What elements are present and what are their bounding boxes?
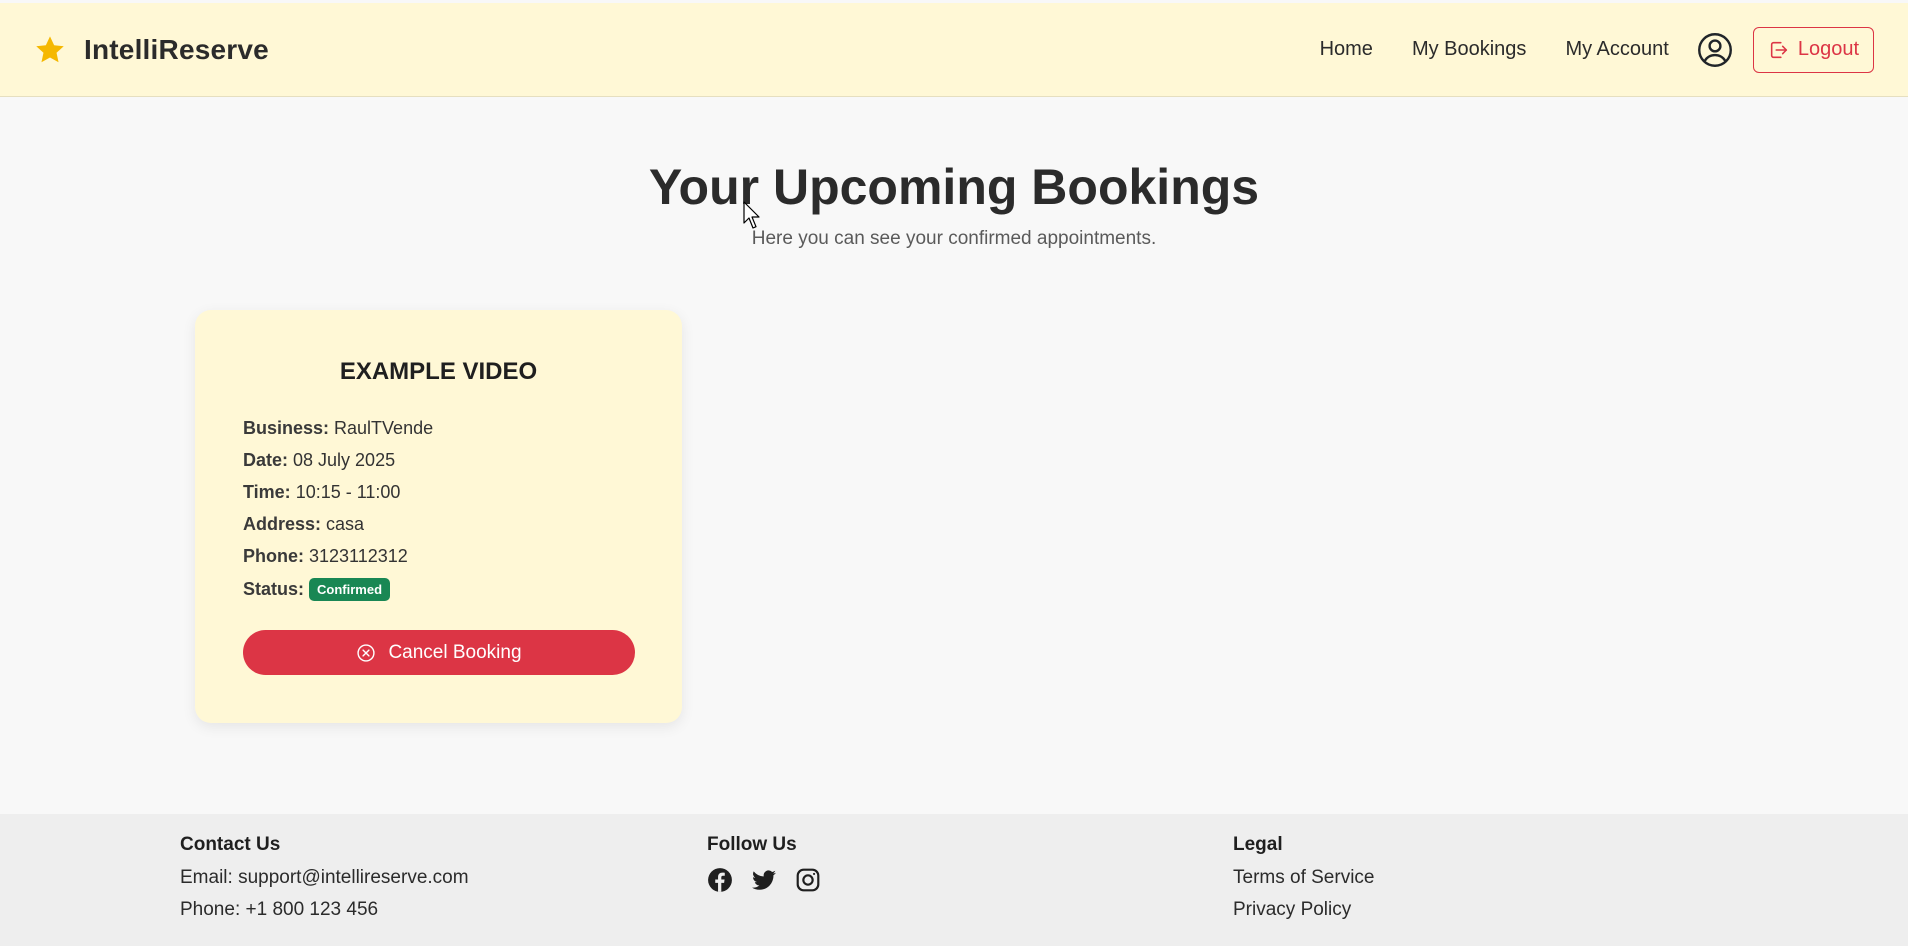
cancel-circle-x-icon <box>357 643 376 662</box>
twitter-icon[interactable] <box>751 867 777 893</box>
facebook-icon[interactable] <box>707 867 733 893</box>
mouse-cursor-icon <box>743 201 760 229</box>
address-row: Address: casa <box>243 514 364 535</box>
booking-title: EXAMPLE VIDEO <box>339 358 538 385</box>
logout-label: Logout <box>1797 38 1859 60</box>
address-label: Address: <box>243 514 322 534</box>
nav-my-account-link[interactable]: My Account <box>1565 38 1668 61</box>
cancel-booking-button[interactable]: Cancel Booking <box>243 630 635 675</box>
date-value: 08 July 2025 <box>293 450 396 470</box>
status-label: Status: <box>243 579 305 599</box>
phone-value: 3123112312 <box>309 546 408 566</box>
business-label: Business: <box>243 418 330 438</box>
date-row: Date: 08 July 2025 <box>243 450 395 471</box>
star-logo-icon <box>36 35 64 62</box>
logout-button[interactable]: Logout <box>1752 26 1874 73</box>
nav-home-link[interactable]: Home <box>1320 38 1373 61</box>
footer-follow-column: Follow Us <box>707 834 821 893</box>
social-icons <box>707 867 821 893</box>
status-badge: Confirmed <box>309 578 391 601</box>
follow-heading: Follow Us <box>707 834 797 855</box>
footer-contact-column: Contact Us Email: support@intellireserve… <box>180 834 469 931</box>
privacy-link[interactable]: Privacy Policy <box>1233 899 1374 921</box>
nav-my-bookings-link[interactable]: My Bookings <box>1412 38 1527 61</box>
business-value: RaulTVende <box>334 418 434 438</box>
phone-row: Phone: 3123112312 <box>243 546 408 567</box>
terms-link[interactable]: Terms of Service <box>1233 867 1374 889</box>
time-value: 10:15 - 11:00 <box>295 482 401 502</box>
user-avatar-icon[interactable] <box>1697 32 1733 68</box>
phone-label: Phone: <box>243 546 304 566</box>
cancel-booking-label: Cancel Booking <box>388 641 522 663</box>
contact-email: Email: support@intellireserve.com <box>180 867 469 888</box>
time-label: Time: <box>243 482 291 502</box>
address-value: casa <box>326 514 365 534</box>
business-row: Business: RaulTVende <box>243 418 433 439</box>
nav-links: Home My Bookings My Account Logout <box>1320 26 1874 73</box>
footer: Contact Us Email: support@intellireserve… <box>0 814 1908 946</box>
brand-name: IntelliReserve <box>84 33 269 65</box>
time-row: Time: 10:15 - 11:00 <box>243 482 400 503</box>
logout-icon <box>1770 41 1787 58</box>
page-subtitle: Here you can see your confirmed appointm… <box>751 228 1157 249</box>
footer-legal-column: Legal Terms of Service Privacy Policy <box>1233 834 1374 931</box>
instagram-icon[interactable] <box>795 867 821 893</box>
legal-heading: Legal <box>1233 834 1283 855</box>
brand[interactable]: IntelliReserve <box>34 34 269 66</box>
booking-card: EXAMPLE VIDEO Business: RaulTVende Date:… <box>195 310 682 723</box>
page-title: Your Upcoming Bookings <box>648 159 1260 215</box>
date-label: Date: <box>243 450 289 470</box>
top-navbar: IntelliReserve Home My Bookings My Accou… <box>0 3 1908 97</box>
contact-phone: Phone: +1 800 123 456 <box>180 899 379 920</box>
contact-heading: Contact Us <box>180 834 281 855</box>
status-row: Status: Confirmed <box>243 578 391 601</box>
